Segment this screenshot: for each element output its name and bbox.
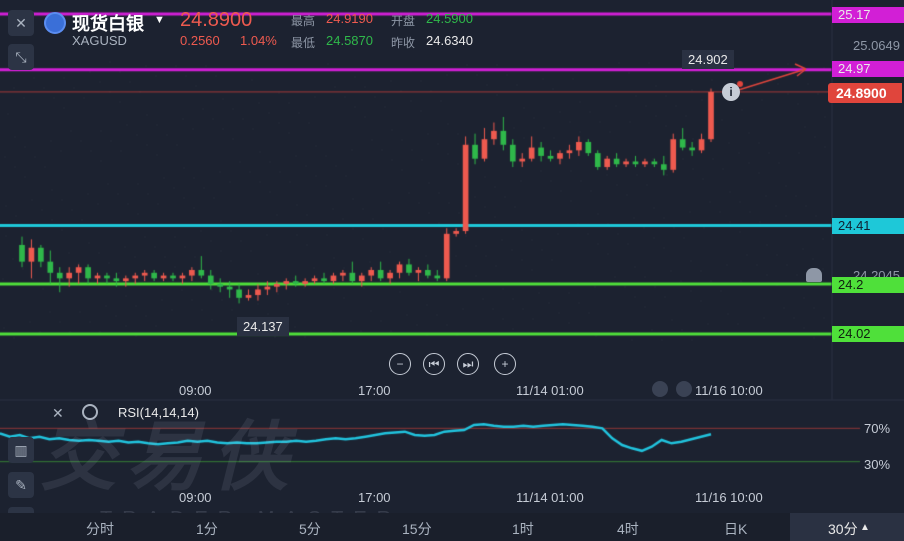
time-axis-label: 11/14 01:00 bbox=[516, 490, 584, 505]
draw-pencil-icon[interactable]: ✎ bbox=[8, 472, 34, 498]
price-level-label: 24.41 bbox=[832, 218, 904, 234]
low-value: 24.5870 bbox=[326, 33, 373, 48]
price-level-label: 24.2 bbox=[832, 277, 904, 293]
settings-dot-icon[interactable] bbox=[652, 381, 668, 397]
zoom-out-icon[interactable]: − bbox=[389, 353, 411, 375]
time-axis-label: 11/14 01:00 bbox=[516, 383, 584, 398]
close-icon[interactable]: ✕ bbox=[8, 10, 34, 36]
timeframe-tab[interactable]: 日K bbox=[724, 519, 747, 539]
chevron-up-icon[interactable]: ▲ bbox=[860, 522, 870, 533]
timeframe-tab[interactable]: 1时 bbox=[512, 519, 534, 539]
open-label: 开盘 bbox=[391, 14, 416, 28]
low-label: 最低 bbox=[291, 36, 316, 50]
price-level-label: 24.02 bbox=[832, 326, 904, 342]
peak-annotation: 24.902 bbox=[682, 50, 734, 69]
scroll-end-icon[interactable]: ⏭ bbox=[457, 353, 479, 375]
timeframe-tab[interactable]: 5分 bbox=[299, 519, 321, 539]
timeframe-tab[interactable]: 分时 bbox=[86, 519, 114, 539]
trough-annotation: 24.137 bbox=[237, 317, 289, 336]
time-axis-label: 17:00 bbox=[358, 490, 391, 505]
indicator-icon[interactable]: ▥ bbox=[8, 437, 34, 463]
time-axis-label: 17:00 bbox=[358, 383, 391, 398]
last-price-tag: 24.8900 bbox=[828, 83, 902, 103]
rsi-upper-level: 70% bbox=[864, 421, 891, 436]
current-price: 24.8900 bbox=[180, 9, 253, 31]
price-change: 0.2560 bbox=[180, 33, 220, 48]
high-value: 24.9190 bbox=[326, 11, 373, 26]
timeframe-bar bbox=[0, 513, 904, 541]
price-level-label: 24.97 bbox=[832, 61, 904, 77]
time-axis-label: 11/16 10:00 bbox=[695, 490, 763, 505]
silver-logo-icon bbox=[44, 12, 66, 34]
timeframe-tab[interactable]: 4时 bbox=[617, 519, 639, 539]
info-icon[interactable]: i bbox=[722, 83, 740, 101]
zoom-in-icon[interactable]: + bbox=[494, 353, 516, 375]
watermark-logo: 交易侠 bbox=[40, 415, 298, 500]
timeframe-tab[interactable]: 1分 bbox=[196, 519, 218, 539]
open-value: 24.5900 bbox=[426, 11, 473, 26]
rsi-lower-level: 30% bbox=[864, 457, 891, 472]
alert-bell-icon[interactable] bbox=[806, 268, 822, 282]
price-axis-label: 25.0649 bbox=[853, 38, 900, 53]
high-label: 最高 bbox=[291, 14, 316, 28]
price-change-pct: 1.04% bbox=[240, 33, 277, 48]
chevron-down-icon[interactable]: ▼ bbox=[154, 14, 165, 26]
time-axis-label: 11/16 10:00 bbox=[695, 383, 763, 398]
prev-close-label: 昨收 bbox=[391, 36, 416, 50]
price-level-label: 25.17 bbox=[832, 7, 904, 23]
timeframe-tab-active[interactable]: 30分 bbox=[828, 519, 858, 539]
settings-dot-icon[interactable] bbox=[676, 381, 692, 397]
timeframe-tab[interactable]: 15分 bbox=[402, 519, 432, 539]
scroll-start-icon[interactable]: ⏮ bbox=[423, 353, 445, 375]
prev-close-value: 24.6340 bbox=[426, 33, 473, 48]
instrument-symbol: XAGUSD bbox=[72, 33, 127, 48]
collapse-icon[interactable]: ⤡ bbox=[8, 44, 34, 70]
